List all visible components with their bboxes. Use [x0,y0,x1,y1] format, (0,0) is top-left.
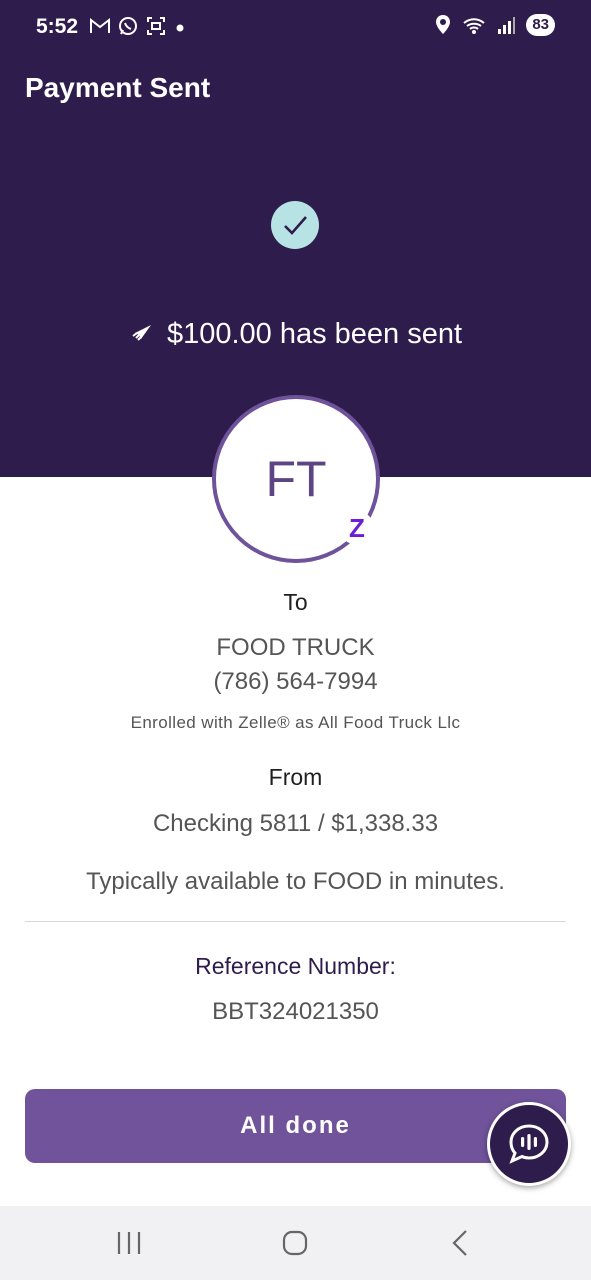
status-left-icons [88,14,188,38]
divider [25,921,566,922]
screenshot-icon [147,17,165,35]
source-account: Checking 5811 / $1,338.33 [152,810,439,837]
recent-apps-icon[interactable] [115,1228,143,1258]
all-done-button[interactable]: All done [25,1089,566,1163]
avatar-initials: FT [265,451,327,507]
whatsapp-icon [119,17,137,35]
recipient-name: FOOD TRUCK [216,634,375,661]
gmail-icon [90,17,110,33]
status-bar: 5:52 83 [0,0,591,56]
signal-icon [498,17,516,34]
chat-assistant-button[interactable] [487,1102,571,1186]
sent-confirmation: $100.00 has been sent [0,318,591,351]
zelle-logo-icon: Z [340,511,374,545]
success-check-icon [271,201,319,249]
chat-bubble-icon [509,1124,549,1164]
recipient-avatar-group: FT Z [212,395,380,563]
page-title: Payment Sent [25,72,211,103]
system-nav-bar [0,1206,591,1280]
status-right-icons: 83 [434,14,555,36]
wifi-icon [463,18,485,34]
battery-icon: 83 [526,14,555,36]
to-label: To [283,589,308,615]
sent-message: $100.00 has been sent [166,318,463,350]
from-label: From [268,764,323,790]
availability-text: Typically available to FOOD in minutes. [86,868,505,895]
reference-label: Reference Number: [195,953,396,979]
reference-number: BBT324021350 [212,998,379,1025]
zelle-enrolled-text: Enrolled with Zelle® as All Food Truck L… [130,713,461,732]
home-icon[interactable] [280,1228,310,1258]
dot-icon [176,24,184,32]
recipient-phone: (786) 564-7994 [213,668,378,695]
rocket-send-icon [132,324,151,341]
location-icon [436,15,451,34]
status-time: 5:52 [36,15,79,38]
back-icon[interactable] [448,1228,472,1258]
